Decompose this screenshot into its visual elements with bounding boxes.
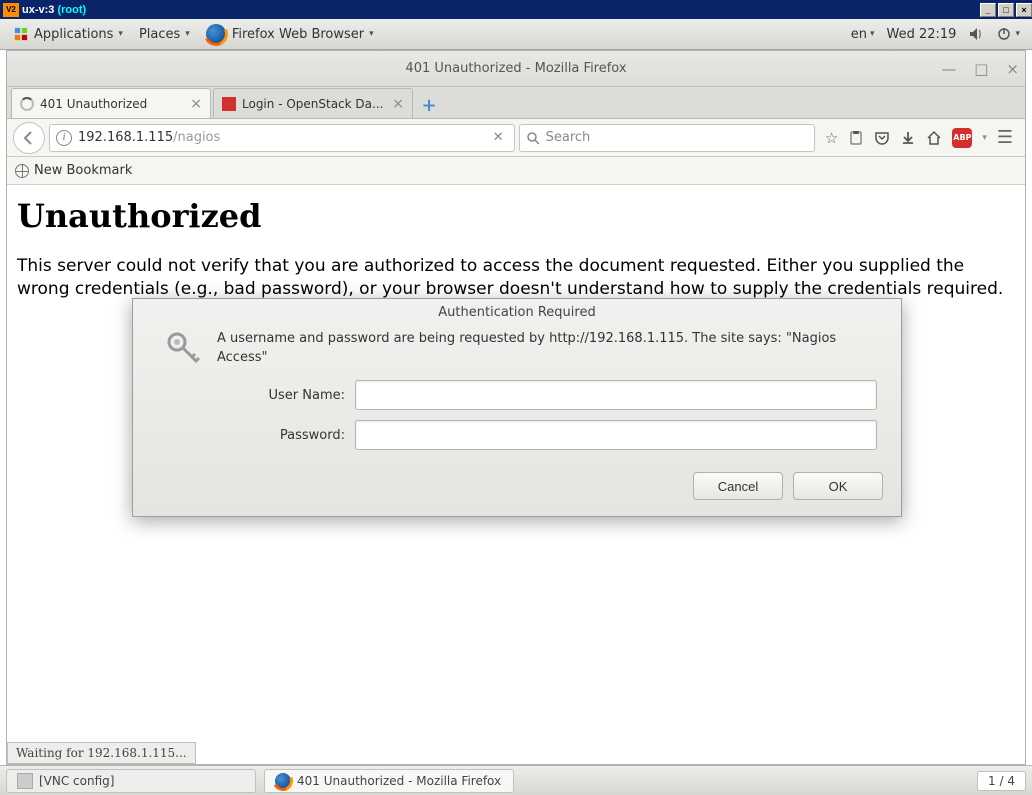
menu-button[interactable]: ☰ (997, 127, 1013, 148)
places-label: Places (139, 27, 180, 42)
tab-label: 401 Unauthorized (40, 97, 186, 111)
page-body-text: This server could not verify that you ar… (17, 255, 1015, 301)
dropdown-arrow-icon: ▾ (870, 29, 875, 39)
volume-indicator[interactable] (962, 26, 990, 42)
navigation-toolbar: i 192.168.1.115/nagios ✕ Search ☆ A (7, 119, 1025, 157)
vnc-title-suffix: (root) (57, 4, 86, 16)
firefox-menu[interactable]: Firefox Web Browser ▾ (198, 19, 382, 49)
gnome-top-panel: Applications ▾ Places ▾ Firefox Web Brow… (0, 19, 1032, 50)
window-minimize-button[interactable]: — (941, 60, 956, 78)
clipboard-icon[interactable] (848, 130, 864, 146)
applications-label: Applications (34, 27, 113, 42)
window-close-button[interactable]: × (1006, 60, 1019, 78)
auth-dialog: Authentication Required A username and p… (132, 298, 902, 517)
url-bar[interactable]: i 192.168.1.115/nagios ✕ (49, 124, 515, 152)
clock-label: Wed 22:19 (887, 27, 957, 42)
ok-button[interactable]: OK (793, 472, 883, 500)
dropdown-arrow-icon: ▾ (118, 29, 123, 39)
power-icon (996, 26, 1012, 42)
dropdown-arrow-icon: ▾ (982, 133, 987, 143)
password-input[interactable] (355, 420, 877, 450)
url-host: 192.168.1.115 (78, 130, 173, 145)
back-button[interactable] (13, 122, 45, 154)
places-menu[interactable]: Places ▾ (131, 19, 198, 49)
tab-401-unauthorized[interactable]: 401 Unauthorized × (11, 88, 211, 118)
auth-message: A username and password are being reques… (217, 330, 877, 368)
clock[interactable]: Wed 22:19 (881, 27, 963, 42)
bookmark-star-icon[interactable]: ☆ (825, 129, 838, 147)
search-bar[interactable]: Search (519, 124, 815, 152)
openstack-favicon-icon (222, 97, 236, 111)
downloads-icon[interactable] (900, 130, 916, 146)
pocket-icon[interactable] (874, 130, 890, 146)
username-label: User Name: (157, 388, 355, 403)
workspace-switcher[interactable]: 1 / 4 (977, 771, 1026, 791)
key-icon (163, 328, 203, 368)
new-tab-button[interactable]: + (415, 92, 443, 118)
dropdown-arrow-icon: ▾ (185, 29, 190, 39)
tab-openstack-login[interactable]: Login - OpenStack Da... × (213, 88, 413, 118)
globe-icon (15, 164, 29, 178)
stop-reload-button[interactable]: ✕ (489, 130, 508, 145)
auth-form: User Name: Password: (133, 372, 901, 464)
vnc-minimize-button[interactable]: _ (980, 3, 996, 17)
back-arrow-icon (20, 129, 38, 147)
applications-icon (14, 27, 28, 41)
bookmark-item[interactable]: New Bookmark (34, 163, 132, 178)
toolbar-icons: ☆ ABP ▾ ☰ (819, 127, 1019, 148)
search-placeholder: Search (546, 130, 591, 145)
dropdown-arrow-icon: ▾ (1015, 29, 1020, 39)
firefox-label: Firefox Web Browser (232, 27, 364, 42)
task-label: [VNC config] (39, 774, 114, 788)
task-label: 401 Unauthorized - Mozilla Firefox (297, 774, 501, 788)
lang-label: en (851, 27, 867, 42)
search-icon (526, 131, 540, 145)
loading-throbber-icon (20, 97, 34, 111)
tab-close-button[interactable]: × (392, 96, 404, 112)
vnc-app-icon: V2 (3, 3, 19, 17)
firefox-icon (206, 24, 226, 44)
adblock-icon[interactable]: ABP (952, 128, 972, 148)
status-text: Waiting for 192.168.1.115... (16, 746, 187, 760)
bookmarks-toolbar: New Bookmark (7, 157, 1025, 185)
auth-dialog-title: Authentication Required (133, 299, 901, 330)
task-vnc-config[interactable]: [VNC config] (6, 769, 256, 793)
dropdown-arrow-icon: ▾ (369, 29, 374, 39)
window-maximize-button[interactable]: □ (974, 60, 988, 78)
tab-close-button[interactable]: × (190, 96, 202, 112)
keyboard-layout[interactable]: en▾ (845, 27, 881, 42)
workspace-label: 1 / 4 (988, 774, 1015, 788)
applications-menu[interactable]: Applications ▾ (6, 19, 131, 49)
vnc-close-button[interactable]: × (1016, 3, 1032, 17)
status-bar: Waiting for 192.168.1.115... (7, 742, 196, 764)
url-path: /nagios (173, 130, 220, 145)
firefox-icon (275, 773, 291, 789)
vnc-maximize-button[interactable]: □ (998, 3, 1014, 17)
vnc-title: ux-v:3 (root) (22, 4, 86, 16)
vnc-titlebar: V2 ux-v:3 (root) _ □ × (0, 0, 1032, 19)
home-icon[interactable] (926, 130, 942, 146)
task-firefox[interactable]: 401 Unauthorized - Mozilla Firefox (264, 769, 514, 793)
vnc-title-prefix: ux-v:3 (22, 4, 57, 16)
firefox-window-title: 401 Unauthorized - Mozilla Firefox (405, 61, 626, 76)
username-input[interactable] (355, 380, 877, 410)
speaker-icon (968, 26, 984, 42)
firefox-titlebar[interactable]: 401 Unauthorized - Mozilla Firefox — □ × (7, 51, 1025, 87)
site-info-icon[interactable]: i (56, 130, 72, 146)
power-indicator[interactable]: ▾ (990, 26, 1026, 42)
cancel-button[interactable]: Cancel (693, 472, 783, 500)
tab-strip: 401 Unauthorized × Login - OpenStack Da.… (7, 87, 1025, 119)
generic-app-icon (17, 773, 33, 789)
tab-label: Login - OpenStack Da... (242, 97, 388, 111)
gnome-bottom-panel: [VNC config] 401 Unauthorized - Mozilla … (0, 765, 1032, 795)
password-label: Password: (157, 428, 355, 443)
vnc-window-buttons: _ □ × (978, 3, 1032, 17)
page-heading: Unauthorized (17, 197, 1015, 235)
